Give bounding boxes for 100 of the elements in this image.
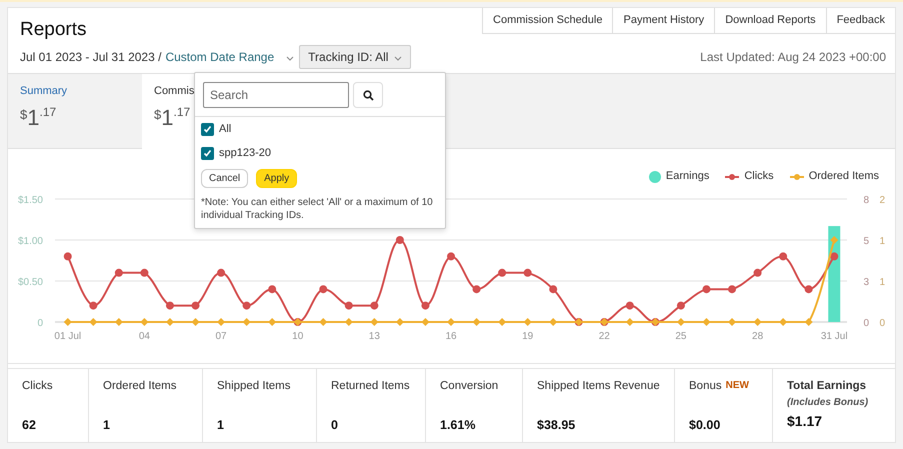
point (754, 268, 762, 276)
stat-value: 1 (103, 416, 111, 434)
point (728, 284, 736, 293)
option-label: spp123-20 (219, 146, 271, 161)
check-icon (203, 148, 212, 158)
point (447, 252, 455, 260)
point (524, 268, 532, 276)
stat-value: $0.00 (689, 416, 722, 434)
point (140, 268, 148, 276)
last-updated-text: Last Updated: Aug 24 2023 +00:00 (700, 48, 886, 66)
axis-label: 04 (138, 330, 150, 342)
point (89, 301, 98, 310)
legend-label: Clicks (744, 169, 774, 184)
point (166, 301, 174, 310)
header-link[interactable]: Commission Schedule (482, 8, 612, 34)
axis-label: 22 (598, 330, 610, 342)
point (779, 252, 788, 260)
search-button[interactable] (353, 82, 383, 108)
amount-cents: .17 (39, 104, 56, 121)
legend-label: Earnings (666, 169, 710, 184)
stat-value: 0 (331, 416, 339, 434)
axis-label: 1 (879, 236, 885, 246)
axis-label: $1.00 (18, 236, 43, 246)
stat-label: Conversion (440, 378, 498, 394)
axis-label: 19 (522, 330, 534, 342)
point (676, 301, 685, 310)
point (344, 301, 353, 310)
search-field[interactable]: Search (203, 82, 349, 108)
point (319, 284, 328, 293)
axis-label: 25 (675, 330, 686, 342)
point (421, 301, 430, 310)
header-link[interactable]: Download Reports (714, 8, 826, 34)
stat-label: Shipped Items (217, 378, 291, 394)
amount-cents: .17 (173, 104, 190, 121)
page-title: Reports (20, 18, 87, 42)
axis-label: 28 (752, 330, 764, 342)
date-range-text: Jul 01 2023 - Jul 31 2023 / (20, 48, 162, 66)
currency-symbol: $ (154, 106, 162, 124)
axis-label: 07 (216, 330, 227, 342)
stat-label: Clicks (22, 378, 53, 394)
axis-label: 2 (879, 194, 885, 206)
axis-label: 3 (863, 276, 869, 288)
axis-label: 01 Jul (54, 330, 82, 342)
check-icon (203, 124, 212, 134)
axis-label: 13 (368, 330, 380, 342)
point (626, 301, 634, 310)
chevron-down-icon (286, 56, 294, 60)
axis-label: $1.50 (18, 194, 43, 206)
option-label: All (219, 122, 232, 137)
stat-value: 1.61% (440, 416, 476, 434)
stat-label: Total Earnings (787, 378, 866, 394)
header-link[interactable]: Payment History (612, 8, 714, 34)
point (472, 284, 481, 293)
point (396, 236, 404, 244)
search-icon (362, 90, 374, 100)
point (268, 284, 276, 293)
amount-whole: 1 (27, 105, 40, 131)
note-text: *Note: You can either select 'All' or a maximum of 10 individual Tracking IDs. (200, 196, 434, 223)
axis-label: 0 (863, 318, 869, 328)
stat-sublabel: (Includes Bonus) (787, 396, 868, 410)
apply-button[interactable]: Apply (256, 169, 298, 188)
cancel-button[interactable]: Cancel (201, 169, 248, 188)
checkbox[interactable] (201, 122, 214, 136)
checkbox[interactable] (201, 146, 214, 160)
point (64, 252, 72, 260)
legend-label: Ordered Items (808, 169, 879, 184)
amount-whole: 1 (161, 105, 174, 131)
axis-label: 1 (879, 276, 885, 288)
point (498, 268, 506, 276)
header-link[interactable]: Feedback (826, 8, 895, 34)
axis-label: 5 (863, 236, 869, 246)
axis-label: 10 (292, 330, 304, 342)
stat-value: 62 (22, 416, 37, 434)
chevron-down-icon (394, 56, 402, 60)
point (192, 301, 200, 310)
point (549, 284, 558, 293)
legend-line-icon (725, 172, 740, 180)
stat-value: $1.17 (787, 412, 824, 430)
axis-label: 0 (37, 318, 43, 328)
point (217, 268, 226, 276)
axis-label: 31 Jul (820, 330, 848, 342)
axis-label: $0.50 (18, 276, 43, 288)
stat-label: Ordered Items (103, 378, 176, 394)
axis-label: 8 (863, 194, 869, 206)
new-label: NEW (726, 378, 749, 392)
stat-label: Returned Items (331, 378, 410, 394)
point (242, 301, 251, 310)
stat-value: 1 (217, 416, 225, 434)
point (370, 301, 378, 310)
point (830, 252, 838, 260)
axis-label: 0 (879, 318, 885, 328)
currency-symbol: $ (20, 106, 28, 124)
legend-line-icon (790, 172, 804, 180)
stat-label: Bonus (689, 378, 722, 394)
stat-value: $38.95 (537, 416, 576, 434)
date-range-link[interactable]: Custom Date Range (165, 48, 274, 66)
point (114, 268, 123, 276)
tracking-id-button[interactable]: Tracking ID: All (299, 44, 412, 68)
stat-label: Shipped Items Revenue (537, 378, 660, 394)
point (702, 284, 710, 293)
